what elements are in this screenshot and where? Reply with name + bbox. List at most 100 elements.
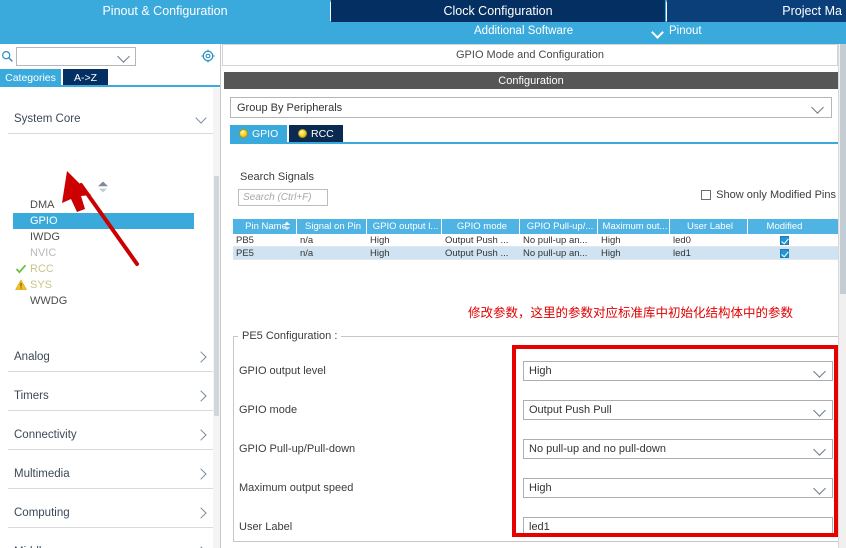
column-header-gpio-mode-label: GPIO mode [456,221,508,232]
additional-software-button[interactable]: Additional Software [474,25,573,37]
maximum-output-speed-value: High [529,482,552,494]
cell-maximum-output: High [601,247,621,259]
pinout-dropdown[interactable]: Pinout [653,25,702,37]
checkbox-icon[interactable] [701,190,712,200]
sidebar-group-multimedia-label: Multimedia [14,467,70,480]
tab-gpio[interactable]: GPIO [230,125,288,142]
show-only-modified-pins-label: Show only Modified Pins [716,189,836,201]
cell-user-label: led0 [673,234,691,246]
gpio-mode-value: Output Push Pull [529,404,612,416]
group-by-value: Group By Peripherals [237,101,343,114]
column-header-signal-on-pin-label: Signal on Pin [305,221,361,232]
gpio-pull-value: No pull-up and no pull-down [529,443,666,455]
cell-gpio-output-level: High [370,247,390,259]
sidebar-search-row [0,44,220,69]
table-row[interactable]: PE5 n/a High Output Push ... No pull-up … [233,247,846,260]
search-signals-label: Search Signals [240,171,314,183]
field-maximum-output-speed-label: Maximum output speed [239,482,354,494]
column-header-user-label[interactable]: User Label [670,219,748,234]
column-header-gpio-output-level[interactable]: GPIO output l... [367,219,442,234]
field-maximum-output-speed: Maximum output speed High [234,478,842,500]
search-signals-input[interactable]: Search (Ctrl+F) [238,189,328,206]
page-title: GPIO Mode and Configuration [222,44,838,66]
main-scrollbar-thumb[interactable] [840,44,846,294]
pin-table: Pin Name Signal on Pin GPIO output l... … [233,219,846,260]
checkbox-checked-icon[interactable] [780,248,789,258]
configuration-band-label: Configuration [498,74,564,87]
chevron-right-icon [195,351,207,363]
cell-gpio-pull: No pull-up an... [523,234,588,246]
column-header-gpio-output-level-label: GPIO output l... [372,221,439,232]
pinout-dropdown-label: Pinout [669,25,702,37]
sidebar-tab-categories[interactable]: Categories [0,69,61,86]
column-header-user-label-label: User Label [687,221,733,232]
gpio-mode-select[interactable]: Output Push Pull [523,400,833,420]
table-header-row: Pin Name Signal on Pin GPIO output l... … [233,219,846,234]
pe5-configuration-legend-label: PE5 Configuration : [242,330,338,342]
cell-modified[interactable] [748,234,818,246]
field-gpio-output-level-label: GPIO output level [239,365,326,377]
user-label-input[interactable]: led1 [523,517,833,537]
field-gpio-mode: GPIO mode Output Push Pull [234,400,842,422]
show-only-modified-pins-checkbox[interactable]: Show only Modified Pins [701,189,836,201]
sidebar-item-wwdg[interactable]: WWDG [13,293,194,309]
column-header-gpio-pull[interactable]: GPIO Pull-up/... [520,219,598,234]
gear-icon[interactable] [201,49,215,63]
secondary-toolbar: Additional Software Pinout [0,22,846,44]
sidebar-scrollbar-thumb[interactable] [214,176,219,416]
tab-project-manager[interactable]: Project Ma [667,0,846,22]
categories-sidebar: Categories A->Z System Core DMA GPIO IWD… [0,44,221,548]
cell-modified[interactable] [748,247,818,259]
field-gpio-output-level: GPIO output level High [234,361,842,383]
column-header-signal-on-pin[interactable]: Signal on Pin [297,219,367,234]
gpio-output-level-select[interactable]: High [523,361,833,381]
sidebar-item-rcc-label: RCC [30,263,54,275]
check-icon [15,264,27,274]
tab-clock-configuration[interactable]: Clock Configuration [331,0,665,22]
cell-signal-on-pin: n/a [300,247,314,259]
tab-pinout-configuration[interactable]: Pinout & Configuration [0,0,330,22]
maximum-output-speed-select[interactable]: High [523,478,833,498]
page-title-label: GPIO Mode and Configuration [456,49,604,61]
gpio-output-level-value: High [529,365,552,377]
checkbox-checked-icon[interactable] [780,235,789,245]
group-by-select[interactable]: Group By Peripherals [230,97,832,118]
sidebar-item-gpio-label: GPIO [30,215,58,227]
tab-rcc[interactable]: RCC [289,125,343,142]
sidebar-group-system-core-label: System Core [14,112,81,125]
column-header-pin-name[interactable]: Pin Name [233,219,297,234]
cell-pin-name: PE5 [236,247,254,259]
sidebar-search-combo[interactable] [16,47,136,66]
pe5-configuration-group: GPIO output level High GPIO mode Output … [233,336,841,542]
configuration-band: Configuration [224,72,838,89]
cell-gpio-mode: Output Push ... [445,247,509,259]
sidebar-tabbar: Categories A->Z [0,69,220,87]
sidebar-group-computing[interactable]: Computing [8,498,213,528]
table-row[interactable]: PB5 n/a High Output Push ... No pull-up … [233,234,846,247]
tab-project-manager-label: Project Ma [782,4,842,18]
sidebar-scrollbar[interactable] [213,88,220,548]
gpio-pull-select[interactable]: No pull-up and no pull-down [523,439,833,459]
column-header-gpio-mode[interactable]: GPIO mode [442,219,520,234]
sidebar-group-middleware[interactable]: Middleware [8,537,213,548]
sidebar-group-analog-label: Analog [14,350,50,363]
sidebar-group-timers[interactable]: Timers [8,381,213,411]
status-dot-icon [239,129,248,138]
sidebar-group-analog[interactable]: Analog [8,342,213,372]
sidebar-group-connectivity[interactable]: Connectivity [8,420,213,450]
red-arrow-icon [62,171,139,266]
sidebar-item-sys[interactable]: SYS [13,277,194,293]
sidebar-tab-az[interactable]: A->Z [63,69,108,86]
main-scrollbar[interactable] [838,44,846,548]
chevron-down-icon [814,482,827,495]
additional-software-label: Additional Software [474,25,574,37]
pe5-configuration-legend: PE5 Configuration : [238,330,342,342]
search-signals-text: Search Signals [240,171,314,183]
column-header-maximum-output[interactable]: Maximum out... [598,219,670,234]
chevron-down-icon [814,404,827,417]
sidebar-tab-underline [0,85,220,87]
sidebar-group-multimedia[interactable]: Multimedia [8,459,213,489]
column-header-modified[interactable]: Modified [748,219,818,234]
sidebar-group-system-core[interactable]: System Core [8,104,213,134]
main-tabbar: Pinout & Configuration Clock Configurati… [0,0,846,22]
